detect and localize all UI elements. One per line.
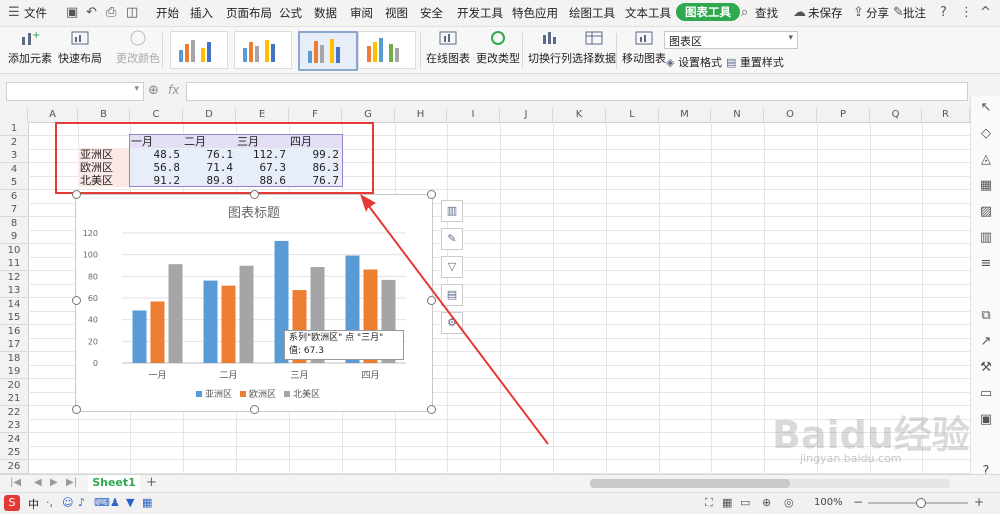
zoom-out-button[interactable]: − [853,495,863,509]
first-sheet-icon[interactable]: |◀ [10,477,21,488]
eye-icon[interactable]: ◎ [784,496,794,509]
ime-user-icon[interactable]: ♟ [110,496,120,509]
zoom-in-button[interactable]: + [974,495,984,509]
adjust-icon[interactable]: ≡ [978,256,994,272]
layout-icon[interactable]: ▭ [978,386,994,402]
save-cloud-icon[interactable]: ▣ [978,412,994,428]
ime-voice-icon[interactable]: ♪ [78,496,85,509]
ime-emoji-icon[interactable]: ☺ [62,496,73,509]
ime-chinese-icon[interactable]: 中 [28,496,39,512]
baidu-watermark-logo: Baidu经验 [772,413,970,457]
ime-tools-icon[interactable]: ▦ [142,496,152,509]
zoom-slider-thumb[interactable] [916,498,926,508]
fill-icon[interactable]: ◬ [978,152,994,168]
baidu-watermark-url: jingyan.baidu.com [800,452,902,465]
sheet-tab-bar: |◀ ◀ ▶ ▶| Sheet1 + [0,474,1000,494]
add-sheet-button[interactable]: + [146,475,157,490]
zoom-slider[interactable] [868,498,968,508]
fullscreen-icon[interactable]: ⛶ [705,496,713,510]
status-bar: S 中 ·, ☺ ♪ ⌨ ♟ ▼ ▦ ⛶ ▦ ▭ ⊕ ◎ 100% − + [0,492,1000,514]
chart-icon[interactable]: ▥ [978,230,994,246]
ime-punct-icon[interactable]: ·, [46,496,53,509]
last-sheet-icon[interactable]: ▶| [66,477,77,488]
next-sheet-icon[interactable]: ▶ [50,477,58,488]
image-icon[interactable]: ▨ [978,204,994,220]
screenshot-icon[interactable]: ⧉ [978,308,994,324]
ime-keyboard-icon[interactable]: ⌨ [94,496,110,509]
ime-logo-icon[interactable]: S [4,495,20,511]
prev-sheet-icon[interactable]: ◀ [34,477,42,488]
normal-view-icon[interactable]: ▦ [722,496,732,509]
page-view-icon[interactable]: ▭ [740,496,750,509]
right-sidebar: ↖ ◇ ◬ ▦ ▨ ▥ ≡ ⧉ ↗ ⚒ ▭ ▣ ? [970,96,1000,496]
zoom-level[interactable]: 100% [814,497,843,508]
reading-view-icon[interactable]: ⊕ [762,496,771,509]
shape-icon[interactable]: ◇ [978,126,994,142]
pointer-icon[interactable]: ↖ [978,100,994,116]
scrollbar-thumb[interactable] [590,479,790,488]
tools-icon[interactable]: ⚒ [978,360,994,376]
horizontal-scrollbar[interactable] [590,479,950,488]
table-icon[interactable]: ▦ [978,178,994,194]
share-sidebar-icon[interactable]: ↗ [978,334,994,350]
ime-skin-icon[interactable]: ▼ [126,496,134,509]
